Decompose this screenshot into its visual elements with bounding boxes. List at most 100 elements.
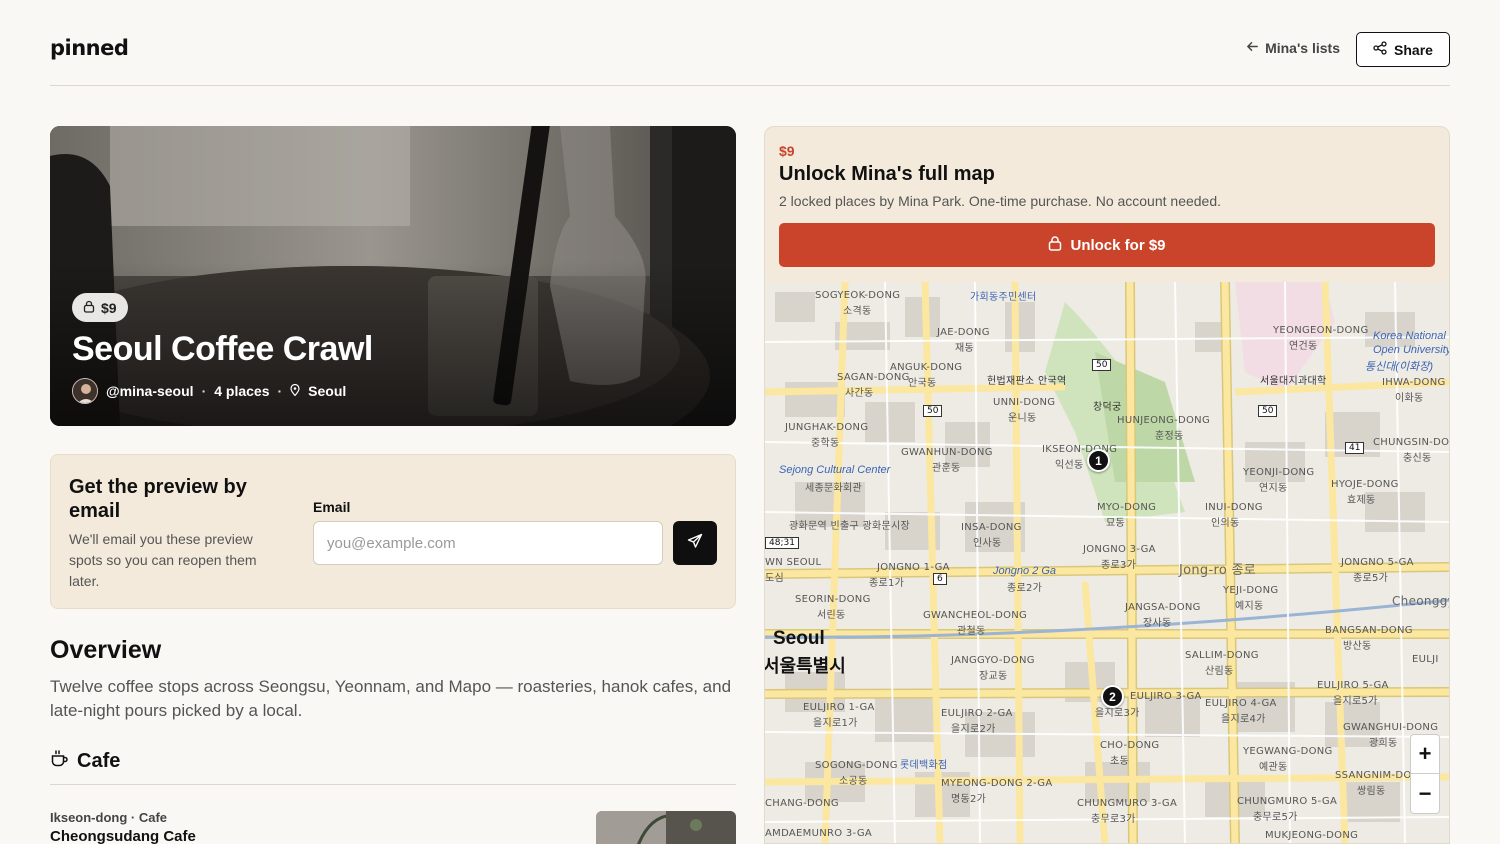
map-label: 을지로2가	[951, 724, 996, 735]
map-label: 중학동	[811, 438, 840, 449]
back-link-label: Mina's lists	[1265, 40, 1340, 56]
map-label: SAGAN-DONG	[837, 372, 910, 383]
map-label: AMDAEMUNRO 3-GA	[765, 828, 873, 839]
email-label: Email	[313, 499, 351, 515]
road-number: 50	[1092, 359, 1112, 371]
map-label: 관철동	[957, 626, 986, 637]
map-label: 광희동	[1369, 738, 1398, 749]
map-label: SEORIN-DONG	[795, 594, 871, 605]
list-hero: $9 Seoul Coffee Crawl @mina-seoul · 4 pl…	[50, 126, 736, 426]
map-label: SOGYEOK-DONG	[815, 290, 901, 301]
preview-title: Get the preview by email	[69, 476, 247, 522]
map-label: 서린동	[817, 610, 846, 621]
place-name[interactable]: Cheongsudang Cafe	[50, 828, 196, 844]
map-label: 을지로4가	[1221, 714, 1266, 725]
send-icon	[687, 533, 703, 554]
avatar[interactable]	[72, 378, 98, 404]
map-label: 쌍림동	[1357, 786, 1386, 797]
zoom-out-button[interactable]: −	[1410, 774, 1440, 814]
section-heading-label: Cafe	[77, 750, 121, 772]
map-label: 종로3가	[1101, 560, 1137, 571]
map-label: 효제동	[1347, 495, 1376, 506]
road-number: 48;31	[765, 537, 799, 549]
arrow-left-icon	[1246, 40, 1259, 56]
map-label: 이화동	[1395, 393, 1424, 404]
zoom-in-button[interactable]: +	[1410, 734, 1440, 774]
map-label: JONGNO 3-GA	[1083, 544, 1156, 555]
map-label: Jongno 2 Ga	[993, 565, 1056, 577]
lock-icon	[83, 300, 95, 316]
map-label: 서울대지과대학	[1260, 376, 1327, 387]
map-city-label: Seoul	[773, 628, 825, 649]
road-number: 50	[923, 405, 943, 417]
unlock-price: $9	[779, 143, 795, 159]
map-label: MYO-DONG	[1097, 502, 1157, 513]
unlock-description: 2 locked places by Mina Park. One-time p…	[779, 193, 1222, 209]
unlock-title: Unlock Mina's full map	[779, 163, 995, 185]
map-label: UNNI-DONG	[993, 397, 1056, 408]
place-thumbnail[interactable]	[596, 811, 736, 844]
map-label: 인사동	[973, 538, 1002, 549]
map-label: HUNJEONG-DONG	[1117, 415, 1210, 426]
map-label: YEGWANG-DONG	[1243, 746, 1333, 757]
map-marker-2[interactable]: 2	[1101, 685, 1124, 708]
section-heading-cafe: Cafe	[50, 749, 120, 774]
logo[interactable]: pinned	[50, 36, 129, 60]
map-label: GWANGHUI-DONG	[1343, 722, 1439, 733]
preview-description: We'll email you these preview spots so y…	[69, 531, 257, 589]
map-label: 창덕궁	[1093, 402, 1122, 413]
map-label: 종로5가	[1353, 573, 1389, 584]
pin-icon	[290, 383, 300, 399]
map-label: IHWA-DONG	[1382, 377, 1446, 388]
back-to-lists-link[interactable]: Mina's lists	[1246, 40, 1340, 56]
map-label: 운니동	[1008, 413, 1037, 424]
map-label: MYEONG-DONG 2-GA	[941, 778, 1053, 789]
unlock-button[interactable]: Unlock for $9	[779, 223, 1435, 267]
road-number: 6	[933, 573, 947, 585]
map-label: Sejong Cultural Center	[779, 464, 891, 476]
map-label: 장교동	[979, 671, 1008, 682]
price-badge: $9	[72, 293, 128, 322]
map-label: 방산동	[1343, 641, 1372, 652]
map-view[interactable]: SOGYEOK-DONG 소격동 가회동주민센터 JAE-DONG 재동 ANG…	[765, 282, 1450, 843]
map-label: YEONJI-DONG	[1243, 467, 1315, 478]
map-city-label-ko: 서울특별시	[765, 656, 846, 676]
unlock-button-label: Unlock for $9	[1070, 236, 1166, 254]
share-label: Share	[1394, 41, 1433, 58]
coffee-cup-icon	[50, 749, 69, 774]
map-label: 충무로3가	[1091, 814, 1136, 825]
email-field[interactable]	[313, 521, 663, 565]
map-label: GWANHUN-DONG	[901, 447, 993, 458]
email-preview-card: Get the preview by email We'll email you…	[50, 454, 736, 609]
map-label: JANGSA-DONG	[1125, 602, 1201, 613]
author-handle[interactable]: @mina-seoul	[106, 383, 194, 399]
unlock-map-card: $9 Unlock Mina's full map 2 locked place…	[764, 126, 1450, 844]
map-label: INUI-DONG	[1205, 502, 1263, 513]
map-label: 묘동	[1106, 518, 1125, 529]
map-label: 인의동	[1211, 518, 1240, 529]
map-label: EULJIRO 5-GA	[1317, 680, 1389, 691]
map-label: 초동	[1110, 756, 1129, 767]
map-label: CHO-DONG	[1100, 740, 1160, 751]
map-label: 안국동	[908, 378, 937, 389]
map-label: Cheonggy	[1392, 594, 1450, 608]
map-label: JUNGHAK-DONG	[785, 422, 869, 433]
map-label: INSA-DONG	[961, 522, 1022, 533]
map-label: 충신동	[1403, 453, 1432, 464]
map-label: CHUNGMURO 5-GA	[1237, 796, 1338, 807]
map-label: 을지로5가	[1333, 696, 1378, 707]
map-label: SOGONG-DONG	[815, 760, 898, 771]
map-label: 도심	[765, 573, 784, 584]
map-label: 산림동	[1205, 666, 1234, 677]
share-button[interactable]: Share	[1356, 32, 1450, 67]
map-label: BANGSAN-DONG	[1325, 625, 1413, 636]
map-label: CHUNGSIN-DONG	[1373, 437, 1450, 448]
map-label: Open University	[1373, 344, 1450, 356]
map-label: 헌법재판소 안국역	[987, 376, 1067, 387]
send-email-button[interactable]	[673, 521, 717, 565]
map-label: 연지동	[1259, 483, 1288, 494]
map-marker-1[interactable]: 1	[1087, 449, 1110, 472]
map-label: YEJI-DONG	[1223, 585, 1279, 596]
places-count: 4 places	[214, 383, 270, 399]
map-label: JANGGYO-DONG	[951, 655, 1035, 666]
